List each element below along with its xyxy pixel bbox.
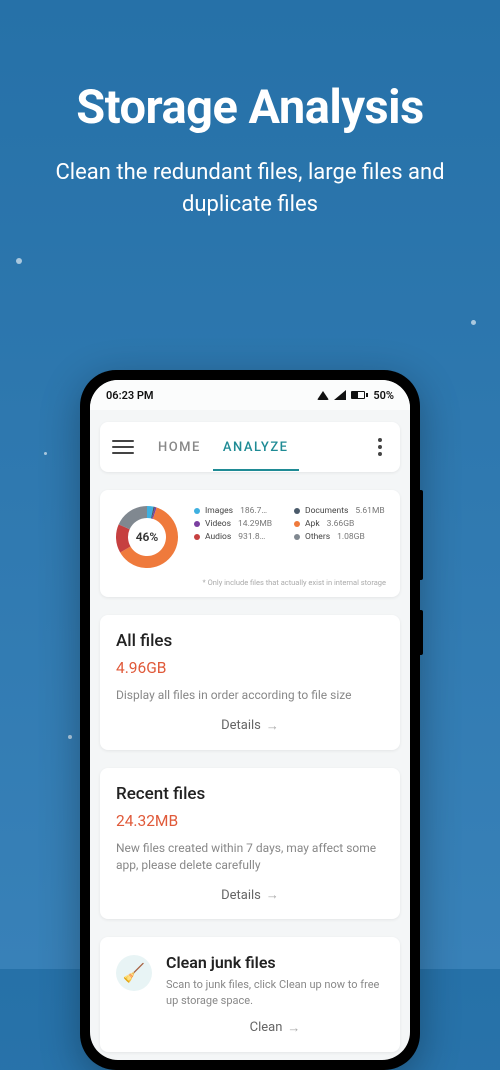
details-button[interactable]: Details → bbox=[116, 718, 384, 734]
tab-home[interactable]: HOME bbox=[148, 424, 211, 471]
clean-button[interactable]: Clean → bbox=[166, 1020, 384, 1036]
legend-value: 14.29MB bbox=[238, 519, 272, 529]
hero-subtitle: Clean the redundant files, large files a… bbox=[0, 157, 500, 221]
clean-label: Clean bbox=[250, 1020, 283, 1036]
clean-junk-card: 🧹 Clean junk files Scan to junk files, c… bbox=[100, 937, 400, 1052]
card-description: Display all files in order according to … bbox=[116, 687, 384, 704]
legend-value: 3.66GB bbox=[327, 519, 355, 529]
legend-dot bbox=[194, 521, 200, 527]
legend-label: Apk bbox=[305, 519, 320, 529]
more-icon[interactable] bbox=[372, 432, 388, 462]
hero-title: Storage Analysis bbox=[0, 80, 500, 135]
arrow-right-icon: → bbox=[287, 1020, 300, 1036]
decorative-dot bbox=[471, 320, 476, 325]
tabs: HOME ANALYZE bbox=[148, 424, 299, 471]
phone-side-button bbox=[420, 610, 423, 655]
card-value: 4.96GB bbox=[116, 659, 384, 677]
legend-dot bbox=[294, 508, 300, 514]
legend-label: Others bbox=[305, 532, 330, 542]
legend-value: 5.61MB bbox=[355, 506, 384, 516]
legend-value: 1.08GB bbox=[337, 532, 365, 542]
decorative-dot bbox=[16, 258, 22, 264]
cards-container: 46% Images 186.7… Documents 5.61MB Videos 14.… bbox=[90, 472, 410, 1052]
card-description: New files created within 7 days, may aff… bbox=[116, 840, 384, 874]
broom-icon: 🧹 bbox=[116, 955, 152, 991]
decorative-dot bbox=[68, 735, 72, 739]
tab-analyze[interactable]: ANALYZE bbox=[213, 424, 299, 471]
arrow-right-icon: → bbox=[266, 718, 279, 734]
legend-label: Images bbox=[205, 506, 233, 516]
card-description: Scan to junk files, click Clean up now t… bbox=[166, 977, 384, 1008]
legend-value: 186.7… bbox=[240, 506, 267, 516]
all-files-card: All files 4.96GB Display all files in or… bbox=[100, 615, 400, 750]
legend-dot bbox=[294, 534, 300, 540]
details-label: Details bbox=[221, 718, 261, 733]
battery-icon bbox=[351, 391, 368, 399]
arrow-right-icon: → bbox=[266, 887, 279, 903]
decorative-dot bbox=[44, 452, 47, 455]
card-value: 24.32MB bbox=[116, 812, 384, 830]
legend-label: Videos bbox=[205, 519, 231, 529]
legend-item: Apk 3.66GB bbox=[294, 519, 386, 529]
legend-item: Audios 931.8… bbox=[194, 532, 286, 542]
phone-side-button bbox=[420, 490, 423, 580]
chart-legend: Images 186.7… Documents 5.61MB Videos 14.29MB… bbox=[194, 504, 386, 542]
status-indicators: 50% bbox=[317, 389, 394, 402]
legend-label: Audios bbox=[205, 532, 231, 542]
wifi-icon bbox=[317, 391, 329, 400]
legend-item: Documents 5.61MB bbox=[294, 506, 386, 516]
phone-screen: 06:23 PM 50% HOME ANALYZE bbox=[90, 380, 410, 1060]
chart-footnote: * Only include files that actually exist… bbox=[114, 578, 386, 587]
details-label: Details bbox=[221, 888, 261, 903]
legend-item: Videos 14.29MB bbox=[194, 519, 286, 529]
storage-chart-card: 46% Images 186.7… Documents 5.61MB Videos 14.… bbox=[100, 490, 400, 597]
phone-frame: 06:23 PM 50% HOME ANALYZE bbox=[80, 370, 420, 1070]
legend-item: Others 1.08GB bbox=[294, 532, 386, 542]
donut-center-label: 46% bbox=[114, 504, 180, 570]
status-bar: 06:23 PM 50% bbox=[90, 380, 410, 410]
card-title: Clean junk files bbox=[166, 953, 384, 972]
card-title: Recent files bbox=[116, 784, 384, 804]
legend-dot bbox=[194, 534, 200, 540]
legend-item: Images 186.7… bbox=[194, 506, 286, 516]
recent-files-card: Recent files 24.32MB New files created w… bbox=[100, 768, 400, 920]
legend-value: 931.8… bbox=[238, 532, 265, 542]
details-button[interactable]: Details → bbox=[116, 887, 384, 903]
card-title: All files bbox=[116, 631, 384, 651]
status-time: 06:23 PM bbox=[106, 389, 154, 402]
legend-dot bbox=[194, 508, 200, 514]
battery-percent: 50% bbox=[373, 389, 394, 402]
legend-label: Documents bbox=[305, 506, 348, 516]
donut-chart: 46% bbox=[114, 504, 180, 570]
signal-icon bbox=[334, 390, 346, 400]
tab-bar: HOME ANALYZE bbox=[100, 422, 400, 472]
legend-dot bbox=[294, 521, 300, 527]
menu-icon[interactable] bbox=[112, 440, 134, 454]
